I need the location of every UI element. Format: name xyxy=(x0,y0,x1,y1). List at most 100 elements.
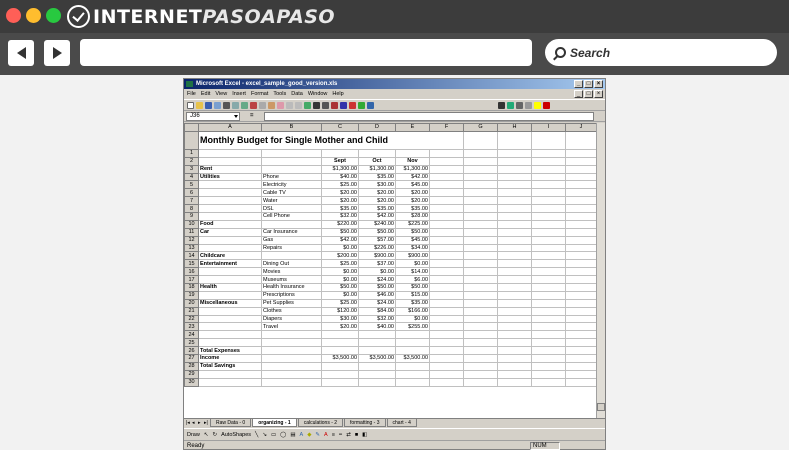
cell[interactable] xyxy=(429,212,464,221)
cell-item[interactable] xyxy=(261,346,322,356)
cell-item[interactable]: Phone xyxy=(261,172,322,182)
cell-sept[interactable]: $25.00 xyxy=(321,298,359,308)
oval-icon[interactable]: ◯ xyxy=(280,432,286,438)
cell[interactable] xyxy=(497,243,532,253)
cell[interactable] xyxy=(565,354,597,363)
cell[interactable] xyxy=(429,196,464,206)
menu-tools[interactable]: Tools xyxy=(273,91,286,97)
autoshapes-menu[interactable]: AutoShapes xyxy=(221,432,251,438)
cell[interactable] xyxy=(463,251,498,261)
paste-icon[interactable] xyxy=(268,101,275,109)
fill-color-icon[interactable]: ◆ xyxy=(307,432,311,438)
cell[interactable] xyxy=(463,204,498,214)
cell-oct[interactable]: $50.00 xyxy=(358,227,396,237)
cell-sept[interactable]: $20.00 xyxy=(321,188,359,198)
cell-oct[interactable]: $84.00 xyxy=(358,306,396,316)
zoom-icon[interactable] xyxy=(367,101,374,109)
column-header[interactable]: B xyxy=(261,123,322,132)
cell[interactable] xyxy=(463,346,498,356)
cell[interactable] xyxy=(463,322,498,332)
cell-sept[interactable] xyxy=(321,148,359,158)
cell-nov[interactable]: $20.00 xyxy=(395,188,430,198)
cell-category[interactable]: Childcare xyxy=(198,251,262,261)
row-header[interactable]: 18 xyxy=(184,283,199,292)
cell-category[interactable]: Health xyxy=(198,283,262,292)
minimize-window-button[interactable] xyxy=(26,8,41,23)
forward-button[interactable] xyxy=(44,40,70,66)
line-icon[interactable]: ╲ xyxy=(255,432,258,438)
sheet-tab[interactable]: calculations - 2 xyxy=(297,419,344,427)
cell[interactable] xyxy=(531,212,566,221)
cell-oct[interactable]: $32.00 xyxy=(358,314,396,324)
cell-sept[interactable] xyxy=(321,330,359,340)
cell[interactable] xyxy=(531,306,566,316)
cell[interactable] xyxy=(531,204,566,214)
cell-category[interactable]: Total Savings xyxy=(198,361,262,371)
name-box[interactable]: J36 xyxy=(186,111,240,121)
cell[interactable] xyxy=(429,346,464,356)
cell[interactable] xyxy=(463,219,498,229)
cell-item[interactable]: Dining Out xyxy=(261,259,322,269)
cell-nov[interactable]: $45.00 xyxy=(395,180,430,190)
percent-icon[interactable] xyxy=(516,101,523,109)
row-header[interactable]: 2 xyxy=(184,156,199,166)
cell[interactable] xyxy=(531,219,566,229)
cell[interactable] xyxy=(565,219,597,229)
cell[interactable] xyxy=(531,354,566,363)
cell-item[interactable]: Diapers xyxy=(261,314,322,324)
sheet-tab[interactable]: Raw Data - 0 xyxy=(210,419,252,427)
copy-icon[interactable] xyxy=(259,101,266,109)
cell[interactable] xyxy=(531,188,566,198)
cell[interactable] xyxy=(463,130,498,150)
workbook-restore-button[interactable]: □ xyxy=(584,90,593,98)
cell[interactable] xyxy=(497,148,532,158)
column-header[interactable]: A xyxy=(198,123,262,132)
dash-style-icon[interactable]: ┅ xyxy=(339,432,342,438)
cell[interactable] xyxy=(565,267,597,277)
menu-data[interactable]: Data xyxy=(291,91,303,97)
cell[interactable] xyxy=(565,290,597,300)
row-header[interactable]: 4 xyxy=(184,172,199,182)
cell-item[interactable] xyxy=(261,251,322,261)
select-objects-icon[interactable]: ↖ xyxy=(204,432,209,438)
cell[interactable] xyxy=(429,377,464,387)
cell-category[interactable] xyxy=(198,148,262,158)
cell[interactable] xyxy=(531,298,566,308)
cell-sept[interactable] xyxy=(321,338,359,348)
cell-item[interactable] xyxy=(261,361,322,371)
cell-sept[interactable]: $50.00 xyxy=(321,227,359,237)
menu-edit[interactable]: Edit xyxy=(201,91,210,97)
excel-minimize-button[interactable]: _ xyxy=(574,80,583,88)
arrow-style-icon[interactable]: ⇄ xyxy=(346,432,351,438)
cell-oct[interactable]: $35.00 xyxy=(358,172,396,182)
cell-oct[interactable]: $35.00 xyxy=(358,204,396,214)
row-header[interactable]: 25 xyxy=(184,338,199,348)
cell-category[interactable] xyxy=(198,243,262,253)
cell[interactable] xyxy=(429,298,464,308)
row-header[interactable] xyxy=(184,130,199,150)
cell[interactable] xyxy=(429,243,464,253)
cell[interactable] xyxy=(497,259,532,269)
cell-nov[interactable]: $3,500.00 xyxy=(395,354,430,363)
cell[interactable] xyxy=(565,338,597,348)
cell[interactable] xyxy=(565,196,597,206)
row-header[interactable]: 22 xyxy=(184,314,199,324)
cell[interactable] xyxy=(429,354,464,363)
cell[interactable] xyxy=(497,354,532,363)
cell-category[interactable]: Miscellaneous xyxy=(198,298,262,308)
cell-sept[interactable]: $120.00 xyxy=(321,306,359,316)
cell[interactable] xyxy=(429,314,464,324)
cell-category[interactable]: Food xyxy=(198,219,262,229)
cell-sept[interactable]: $0.00 xyxy=(321,267,359,277)
cell[interactable] xyxy=(531,235,566,245)
cell[interactable] xyxy=(531,330,566,340)
cell-nov[interactable]: $0.00 xyxy=(395,314,430,324)
cell-category[interactable]: Total Expenses xyxy=(198,346,262,356)
cell-nov[interactable] xyxy=(395,148,430,158)
cell-nov[interactable]: $0.00 xyxy=(395,259,430,269)
cell-category[interactable] xyxy=(198,275,262,285)
row-header[interactable]: 27 xyxy=(184,354,199,363)
row-header[interactable]: 21 xyxy=(184,306,199,316)
cell[interactable] xyxy=(531,290,566,300)
column-header[interactable]: J xyxy=(565,123,597,132)
